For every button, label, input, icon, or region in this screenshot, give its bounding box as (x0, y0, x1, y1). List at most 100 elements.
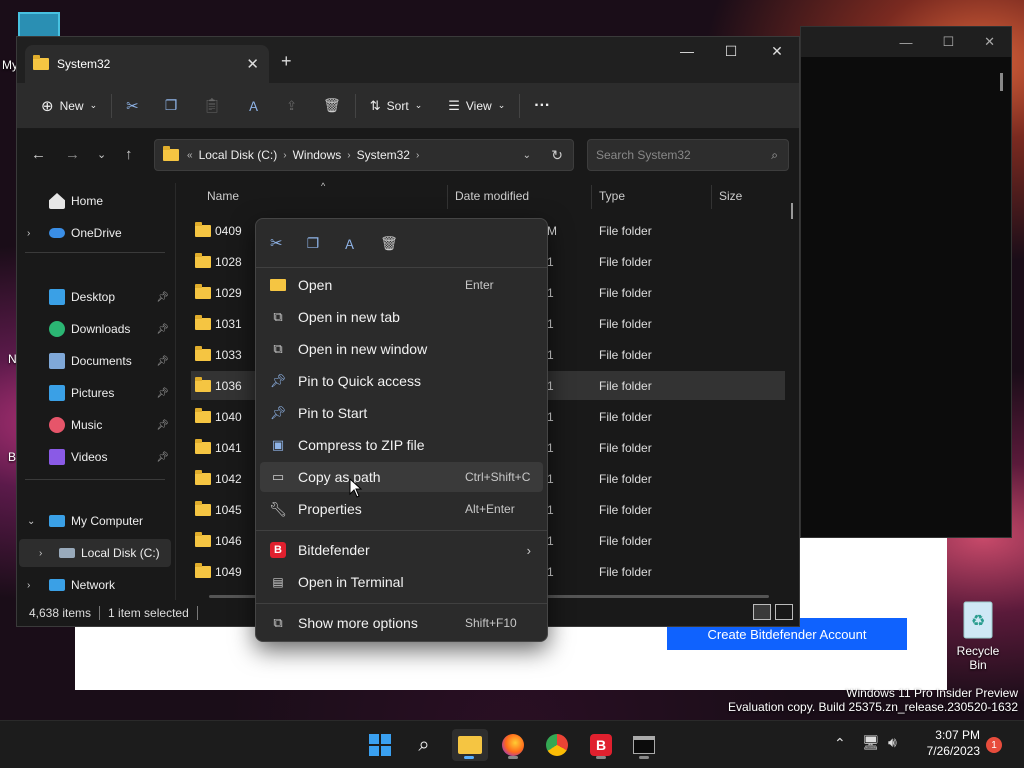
search-input[interactable]: Search System32 ⌕ (587, 139, 789, 171)
menu-item-open[interactable]: Open Enter (260, 270, 543, 300)
breadcrumb-local-disk[interactable]: Local Disk (C:) (199, 148, 278, 162)
sidebar-item-downloads[interactable]: Downloads 📌︎ (17, 315, 175, 343)
more-options-button[interactable]: ··· (528, 90, 556, 122)
tab-system32[interactable]: System32 ✕ (25, 45, 269, 83)
menu-item-pin-to-quick-access[interactable]: 📌︎ Pin to Quick access (260, 366, 543, 396)
taskbar-bitdefender[interactable]: B (585, 729, 617, 761)
menu-item-properties[interactable]: 🔧︎ Properties Alt+Enter (260, 494, 543, 524)
scrollbar-thumb[interactable] (791, 203, 793, 219)
show-hidden-icons-chevron-icon[interactable]: ⌃ (834, 735, 846, 752)
scrollbar-thumb[interactable] (1000, 73, 1003, 91)
sidebar-item-local-disk[interactable]: › Local Disk (C:) (19, 539, 171, 567)
menu-item-open-in-terminal[interactable]: ▤ Open in Terminal (260, 567, 543, 597)
sidebar-item-onedrive[interactable]: › OneDrive (17, 219, 175, 247)
menu-item-bitdefender[interactable]: B Bitdefender › (260, 535, 543, 565)
column-header-date-modified[interactable]: Date modified (455, 189, 529, 203)
close-icon[interactable]: ✕ (984, 34, 995, 50)
view-button[interactable]: ☰ View ⌄ (442, 90, 511, 122)
column-separator[interactable] (591, 185, 592, 209)
windows-logo-icon (369, 734, 391, 756)
clock[interactable]: 3:07 PM 7/26/2023 (927, 727, 980, 759)
copy-button[interactable]: ❐ (159, 90, 184, 122)
maximize-icon[interactable]: ☐ (711, 43, 751, 60)
close-icon[interactable]: ✕ (757, 43, 797, 60)
network-status-icon[interactable]: 🖥︎ (862, 734, 880, 751)
sort-icon: ⇅ (369, 97, 381, 113)
taskbar-firefox[interactable] (497, 729, 529, 761)
back-arrow-icon[interactable]: ← (31, 146, 46, 163)
paste-button[interactable]: 📋︎ (197, 90, 227, 122)
sidebar-item-home[interactable]: Home (17, 187, 175, 215)
column-header-name[interactable]: Name (207, 189, 239, 203)
cut-button[interactable]: ✂ (120, 90, 145, 122)
chevron-right-icon[interactable]: › (39, 548, 59, 559)
chevron-right-icon[interactable]: › (27, 580, 49, 591)
search-icon[interactable]: ⌕ (771, 148, 778, 163)
column-separator[interactable] (447, 185, 448, 209)
column-header-size[interactable]: Size (719, 189, 742, 203)
menu-item-open-in-new-window[interactable]: ⧉ Open in new window (260, 334, 543, 364)
new-tab-icon[interactable]: + (281, 51, 292, 72)
breadcrumb-chevron-icon[interactable]: › (416, 150, 419, 161)
sidebar-item-my-computer[interactable]: ⌄ My Computer (17, 507, 175, 535)
sidebar-item-desktop[interactable]: Desktop 📌︎ (17, 283, 175, 311)
scissors-icon[interactable]: ✂ (270, 234, 283, 252)
volume-icon[interactable]: 🔊︎ (888, 734, 897, 751)
breadcrumb-windows[interactable]: Windows (293, 148, 342, 162)
pane-divider[interactable] (175, 183, 176, 601)
copy-icon[interactable]: ❐ (307, 235, 320, 252)
new-button[interactable]: ⊕ New ⌄ (35, 90, 103, 122)
sort-button[interactable]: ⇅ Sort ⌄ (364, 90, 428, 122)
share-button[interactable]: ⇪ (280, 90, 303, 122)
recent-locations-chevron-icon[interactable]: ⌄ (97, 148, 106, 161)
large-icons-view-icon[interactable] (775, 604, 793, 620)
address-dropdown-chevron-icon[interactable]: ⌄ (523, 150, 531, 161)
forward-arrow-icon[interactable]: → (65, 146, 80, 163)
menu-item-open-in-new-tab[interactable]: ⧉ Open in new tab (260, 302, 543, 332)
taskbar-terminal[interactable] (628, 729, 660, 761)
menu-item-copy-as-path[interactable]: ▭ Copy as path Ctrl+Shift+C (260, 462, 543, 492)
minimize-icon[interactable]: — (899, 35, 912, 50)
maximize-icon[interactable]: ☐ (942, 34, 954, 50)
breadcrumb-overflow[interactable]: « (187, 150, 193, 161)
delete-button[interactable]: 🗑︎ (317, 90, 347, 122)
menu-item-show-more-options[interactable]: ⧉ Show more options Shift+F10 (260, 608, 543, 638)
address-bar[interactable]: « Local Disk (C:) › Windows › System32 ›… (154, 139, 574, 171)
up-arrow-icon[interactable]: ↑ (125, 146, 133, 163)
background-terminal-window[interactable]: — ☐ ✕ (800, 26, 1012, 538)
sidebar-item-documents[interactable]: Documents 📌︎ (17, 347, 175, 375)
taskbar-search-button[interactable]: ⌕ (408, 729, 440, 761)
taskbar-chrome[interactable] (541, 729, 573, 761)
breadcrumb-chevron-icon[interactable]: › (283, 150, 286, 161)
row-type: File folder (599, 440, 652, 455)
music-icon (49, 417, 65, 433)
details-view-icon[interactable] (753, 604, 771, 620)
taskbar-file-explorer[interactable] (452, 729, 488, 761)
sidebar-item-music[interactable]: Music 📌︎ (17, 411, 175, 439)
context-menu-quick-actions: ✂ ❐ Ａ 🗑︎ (264, 227, 398, 259)
sidebar-item-network[interactable]: › Network (17, 571, 175, 599)
trash-icon[interactable]: 🗑︎ (380, 235, 398, 252)
sidebar-item-label: Home (71, 194, 104, 208)
column-header-type[interactable]: Type (599, 189, 625, 203)
start-button[interactable] (364, 729, 396, 761)
chrome-icon (546, 734, 568, 756)
minimize-icon[interactable]: — (667, 43, 707, 59)
breadcrumb-chevron-icon[interactable]: › (347, 150, 350, 161)
chevron-right-icon[interactable]: › (27, 228, 49, 239)
menu-item-compress-to-zip[interactable]: ▣ Compress to ZIP file (260, 430, 543, 460)
column-separator[interactable] (711, 185, 712, 209)
notification-badge[interactable]: 1 (986, 737, 1002, 753)
sidebar-item-pictures[interactable]: Pictures 📌︎ (17, 379, 175, 407)
row-type: File folder (599, 285, 652, 300)
rename-icon[interactable]: Ａ (343, 234, 356, 253)
menu-item-pin-to-start[interactable]: 📌︎ Pin to Start (260, 398, 543, 428)
close-tab-icon[interactable]: ✕ (246, 55, 259, 73)
breadcrumb-system32[interactable]: System32 (357, 148, 410, 162)
scissors-icon: ✂ (126, 97, 139, 115)
rename-button[interactable]: Ａ (241, 90, 266, 122)
recycle-bin-desktop-icon[interactable]: ♻ Recycle Bin (948, 596, 1008, 672)
chevron-down-icon[interactable]: ⌄ (27, 516, 49, 527)
refresh-icon[interactable]: ↻ (551, 147, 563, 164)
sidebar-item-videos[interactable]: Videos 📌︎ (17, 443, 175, 471)
